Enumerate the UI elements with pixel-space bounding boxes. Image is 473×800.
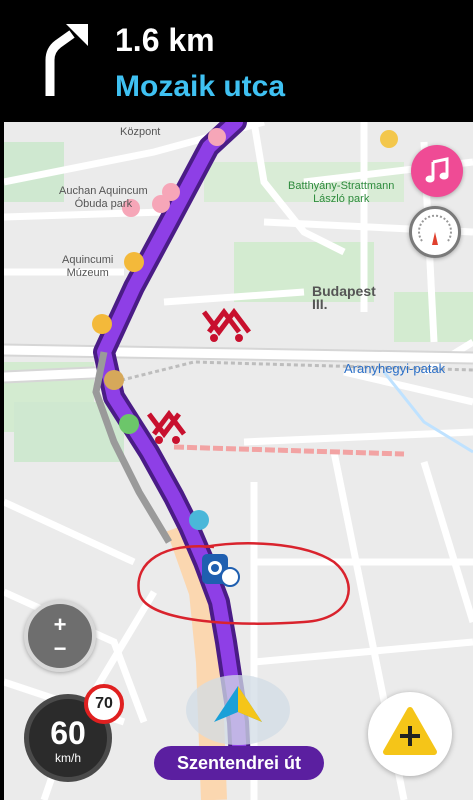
speed-camera-icon[interactable] (202, 554, 240, 587)
map-label-auchan: Auchan Aquincum Óbuda park (59, 185, 148, 210)
speed-limit-sign: 70 (84, 684, 124, 724)
speed-unit: km/h (54, 751, 81, 765)
zoom-control[interactable]: + − (24, 600, 96, 672)
map-label-budapest-iii: Budapest III. (312, 283, 376, 312)
traffic-warning-icon[interactable] (147, 409, 186, 444)
music-button[interactable] (411, 145, 463, 197)
vehicle-position-icon (214, 686, 262, 722)
zoom-out-button[interactable]: − (28, 636, 92, 662)
wazer-avatar-icon[interactable] (189, 510, 209, 530)
wazer-avatar-icon[interactable] (119, 414, 139, 434)
map-label-aquincumi-muzeum: Aquincumi Múzeum (62, 254, 114, 279)
zoom-in-button[interactable]: + (28, 612, 92, 638)
current-road-label: Szentendrei út (154, 746, 324, 780)
music-note-icon (425, 157, 449, 183)
wazer-avatar-icon[interactable] (92, 314, 112, 334)
map-label-aranyhegyi-patak: Aranyhegyi-patak (344, 361, 446, 376)
wazer-avatar-icon[interactable] (104, 370, 124, 390)
map-label-batthyany-park: Batthyány-Strattmann László park (288, 180, 395, 205)
next-street-name: Mozaik utca (115, 70, 286, 103)
report-plus-icon (383, 707, 437, 755)
turn-slight-right-icon (45, 24, 88, 96)
speedometer-icon (418, 214, 452, 245)
speedometer-button[interactable] (409, 206, 461, 258)
navigation-banner[interactable]: 1.6 km Mozaik utca (0, 0, 473, 122)
traffic-warning-icon[interactable] (202, 307, 251, 342)
report-button[interactable] (368, 692, 452, 776)
wazer-avatar-icon[interactable] (124, 252, 144, 272)
map-label-kozpont: Központ (120, 126, 161, 138)
maneuver-distance: 1.6 km (115, 22, 215, 58)
